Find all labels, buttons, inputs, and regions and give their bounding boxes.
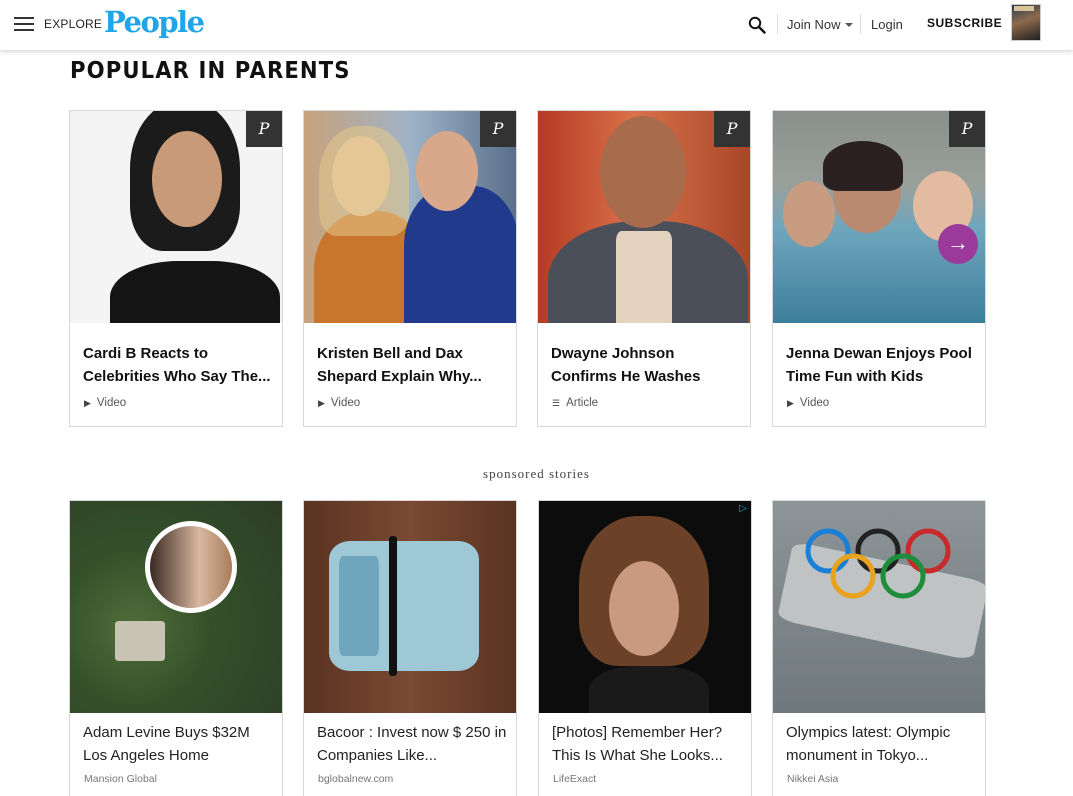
divider (860, 14, 861, 34)
sponsored-title[interactable]: Olympics latest: Olympic monument in Tok… (786, 721, 978, 767)
play-icon: ▶ (787, 398, 794, 408)
article-type-label: Video (799, 397, 830, 409)
article-type: ▶ Video (84, 397, 126, 409)
article-type: ☰ Article (552, 397, 598, 409)
sponsored-source: bglobalnew.com (318, 773, 394, 785)
pinterest-icon[interactable]: P (949, 111, 985, 147)
play-icon: ▶ (84, 398, 91, 408)
divider (777, 14, 778, 34)
sponsored-image (304, 501, 516, 713)
top-navigation-bar: EXPLORE People Join Now Login SUBSCRIBE (0, 0, 1073, 50)
sponsored-title[interactable]: Adam Levine Buys $32M Los Angeles Home (83, 721, 275, 767)
play-icon: ▶ (318, 398, 325, 408)
sponsored-image (773, 501, 985, 713)
pinterest-icon[interactable]: P (480, 111, 516, 147)
article-type-label: Video (330, 397, 361, 409)
chevron-down-icon (845, 23, 854, 27)
pinterest-icon[interactable]: P (246, 111, 282, 147)
login-link[interactable]: Login (871, 17, 903, 32)
article-card[interactable]: P Kristen Bell and Dax Shepard Explain W… (303, 110, 517, 427)
article-lines-icon: ☰ (552, 398, 561, 408)
article-card[interactable]: P Dwayne Johnson Confirms He Washes Hims… (537, 110, 751, 427)
search-icon[interactable] (748, 16, 766, 34)
article-card[interactable]: P Jenna Dewan Enjoys Pool Time Fun with … (772, 110, 986, 427)
sponsored-title[interactable]: Bacoor : Invest now $ 250 in Companies L… (317, 721, 509, 767)
article-type: ▶ Video (318, 397, 360, 409)
article-title[interactable]: Jenna Dewan Enjoys Pool Time Fun with Ki… (786, 342, 976, 388)
magazine-cover-thumbnail[interactable] (1011, 4, 1041, 41)
subscribe-link[interactable]: SUBSCRIBE (927, 16, 1002, 30)
section-title: POPULAR IN PARENTS (70, 58, 351, 84)
article-image: P (538, 111, 750, 323)
join-now-dropdown[interactable]: Join Now (787, 17, 854, 32)
sponsored-title[interactable]: [Photos] Remember Her? This Is What She … (552, 721, 744, 767)
article-card[interactable]: P Cardi B Reacts to Celebrities Who Say … (69, 110, 283, 427)
sponsored-card[interactable]: Adam Levine Buys $32M Los Angeles Home M… (69, 500, 283, 796)
sponsored-image (70, 501, 282, 713)
sponsored-image: ▷ (539, 501, 751, 713)
hamburger-icon[interactable] (14, 17, 34, 31)
sponsored-source: Nikkei Asia (787, 773, 839, 785)
join-now-label: Join Now (787, 17, 841, 32)
article-type-label: Video (96, 397, 127, 409)
article-type-label: Article (566, 397, 599, 409)
sponsored-card[interactable]: ▷ [Photos] Remember Her? This Is What Sh… (538, 500, 752, 796)
article-image: P (773, 111, 985, 323)
sponsored-card[interactable]: Bacoor : Invest now $ 250 in Companies L… (303, 500, 517, 796)
carousel-next-arrow-icon[interactable]: → (938, 224, 978, 264)
adchoices-icon[interactable]: ▷ (739, 503, 747, 514)
sponsored-source: LifeExact (553, 773, 597, 785)
pinterest-icon[interactable]: P (714, 111, 750, 147)
sponsored-source: Mansion Global (84, 773, 157, 785)
explore-link[interactable]: EXPLORE (44, 17, 102, 31)
sponsored-card[interactable]: Olympics latest: Olympic monument in Tok… (772, 500, 986, 796)
olympic-rings-graphic (805, 528, 951, 599)
article-title[interactable]: Dwayne Johnson Confirms He Washes Himsel… (551, 342, 741, 388)
article-type: ▶ Video (787, 397, 829, 409)
people-logo[interactable]: People (104, 5, 205, 39)
article-image: P (70, 111, 282, 323)
article-image: P (304, 111, 516, 323)
sponsored-stories-label: sponsored stories (483, 466, 590, 481)
article-title[interactable]: Cardi B Reacts to Celebrities Who Say Th… (83, 342, 273, 388)
article-title[interactable]: Kristen Bell and Dax Shepard Explain Why… (317, 342, 507, 388)
